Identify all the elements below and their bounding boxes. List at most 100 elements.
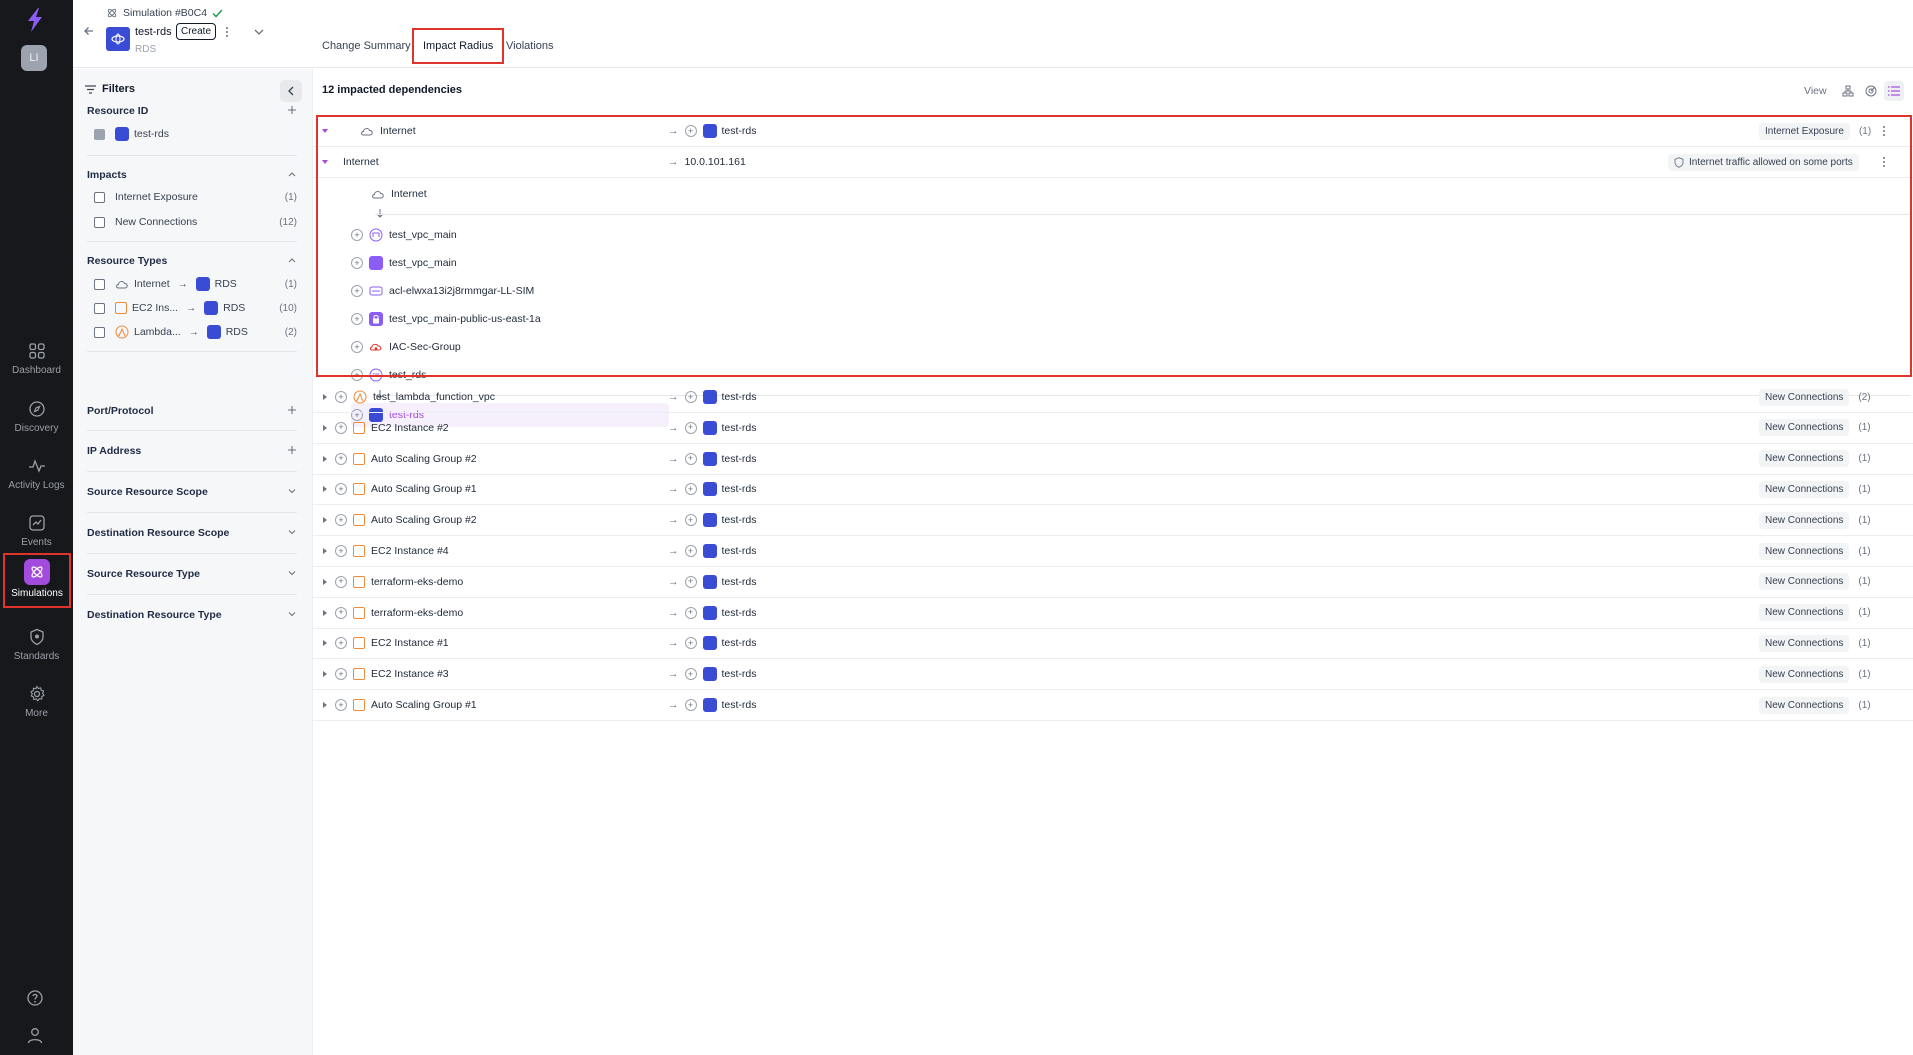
checkbox-new-connections[interactable] (94, 216, 105, 228)
dependency-row[interactable]: + Auto Scaling Group #2 → + test-rds New Conn… (313, 444, 1913, 475)
expand-plus-icon[interactable]: + (335, 421, 347, 434)
filter-section-resource-types[interactable]: Resource Types (87, 255, 297, 267)
collapse-filters-button[interactable] (280, 80, 302, 102)
expand-plus-icon[interactable]: + (684, 483, 697, 496)
expand-plus-icon[interactable]: + (335, 545, 347, 557)
more-options-icon[interactable] (225, 26, 229, 38)
tab-change-summary[interactable]: Change Summary (322, 40, 411, 52)
caret-right-icon[interactable] (322, 394, 328, 400)
filter-option-internet-rds[interactable]: Internet → RDS (1) (94, 277, 297, 291)
dependency-row[interactable]: + EC2 Instance #3 → + test-rds New Connection… (313, 659, 1913, 691)
expand-plus-icon[interactable]: + (335, 514, 347, 527)
dependency-row[interactable]: + EC2 Instance #4 → + test-rds New Connection… (313, 536, 1913, 567)
expand-plus-icon[interactable]: + (684, 514, 697, 527)
plus-icon[interactable] (287, 105, 297, 115)
filter-section-dest-scope[interactable]: Destination Resource Scope (87, 527, 297, 539)
expand-plus-icon[interactable]: + (684, 575, 697, 588)
checkbox-internet-rds[interactable] (94, 278, 105, 290)
user-icon[interactable] (26, 1026, 44, 1044)
chevron-down-icon[interactable] (287, 568, 297, 578)
list-view-button[interactable] (1884, 81, 1904, 101)
radius-view-button[interactable] (1861, 81, 1881, 101)
dependency-row[interactable]: + EC2 Instance #1 → + test-rds New Connection… (313, 628, 1913, 660)
expand-plus-icon[interactable]: + (335, 391, 347, 403)
dependency-row[interactable]: + terraform-eks-demo → + test-rds New Connect… (313, 567, 1913, 598)
expand-plus-icon[interactable]: + (335, 483, 347, 496)
expand-plus-icon[interactable]: + (335, 699, 347, 711)
filter-option-ec2-rds[interactable]: EC2 Ins... → RDS (10) (94, 301, 297, 315)
checkbox-internet-exposure[interactable] (94, 191, 105, 203)
filter-section-port-protocol[interactable]: Port/Protocol (87, 405, 297, 417)
row-source: + EC2 Instance #1 (335, 628, 449, 658)
nav-discovery[interactable]: Discovery (0, 396, 73, 446)
plus-icon[interactable] (287, 445, 297, 455)
nav-dashboard[interactable]: Dashboard (0, 338, 73, 388)
checkbox-test-rds[interactable] (94, 128, 105, 140)
filter-section-ip-address[interactable]: IP Address (87, 445, 297, 457)
checkbox-ec2-rds[interactable] (94, 302, 105, 314)
filter-section-resource-id[interactable]: Resource ID (87, 105, 297, 117)
app-logo-icon[interactable] (22, 6, 48, 34)
tab-violations[interactable]: Violations (506, 40, 554, 52)
chevron-up-icon[interactable] (287, 255, 297, 265)
expand-plus-icon[interactable]: + (335, 575, 347, 588)
chevron-down-icon[interactable] (287, 486, 297, 496)
ec2-icon (353, 421, 365, 434)
expand-plus-icon[interactable]: + (335, 668, 347, 681)
tab-impact-radius[interactable]: Impact Radius (412, 28, 505, 64)
caret-right-icon[interactable] (322, 578, 328, 585)
filter-option-test-rds[interactable]: test-rds (94, 127, 297, 141)
expand-plus-icon[interactable]: + (335, 606, 347, 619)
caret-right-icon[interactable] (322, 702, 328, 708)
expand-plus-icon[interactable]: + (684, 606, 697, 619)
dependency-row[interactable]: + test_lambda_function_vpc → + test-rds New C… (313, 382, 1913, 413)
filter-section-dest-type[interactable]: Destination Resource Type (87, 609, 297, 621)
caret-right-icon[interactable] (322, 609, 328, 616)
expand-plus-icon[interactable]: + (684, 391, 697, 403)
expand-plus-icon[interactable]: + (684, 699, 697, 711)
dependency-row[interactable]: + terraform-eks-demo → + test-rds New Connect… (313, 598, 1913, 629)
chevron-up-icon[interactable] (287, 169, 297, 179)
expand-plus-icon[interactable]: + (684, 545, 697, 557)
chevron-down-icon[interactable] (287, 527, 297, 537)
filter-section-source-scope[interactable]: Source Resource Scope (87, 486, 297, 498)
dependency-row[interactable]: + Auto Scaling Group #1 → + test-rds New Conn… (313, 474, 1913, 506)
nav-simulations[interactable]: Simulations (3, 553, 71, 608)
caret-right-icon[interactable] (322, 455, 328, 462)
expand-plus-icon[interactable]: + (684, 668, 697, 681)
chevron-down-icon[interactable] (253, 27, 265, 37)
dependency-row[interactable]: + Auto Scaling Group #1 → + test-rds New Conn… (313, 690, 1913, 721)
caret-right-icon[interactable] (322, 486, 328, 493)
chevron-down-icon[interactable] (287, 609, 297, 619)
caret-right-icon[interactable] (322, 671, 328, 678)
nav-events-label: Events (21, 537, 52, 548)
caret-right-icon[interactable] (322, 548, 328, 554)
user-avatar[interactable]: LI (21, 45, 47, 71)
filter-option-internet-exposure[interactable]: Internet Exposure (1) (94, 190, 297, 204)
plus-icon[interactable] (287, 405, 297, 415)
filter-section-impacts[interactable]: Impacts (87, 169, 297, 181)
row-target-label: test-rds (721, 637, 757, 650)
filter-option-new-connections[interactable]: New Connections (12) (94, 215, 297, 229)
help-icon[interactable] (26, 989, 44, 1007)
nav-standards[interactable]: Standards (0, 624, 73, 674)
expand-plus-icon[interactable]: + (335, 452, 347, 465)
nav-activity-logs[interactable]: Activity Logs (0, 453, 73, 503)
expand-plus-icon[interactable]: + (335, 637, 347, 650)
caret-right-icon[interactable] (322, 640, 328, 647)
expand-plus-icon[interactable]: + (684, 421, 697, 434)
dependency-row[interactable]: + EC2 Instance #2 → + test-rds New Connection… (313, 413, 1913, 444)
expand-plus-icon[interactable]: + (684, 637, 697, 650)
back-arrow-icon[interactable] (83, 25, 95, 37)
caret-right-icon[interactable] (322, 424, 328, 431)
ec2-icon (353, 575, 365, 588)
filter-option-lambda-rds[interactable]: Lambda... → RDS (2) (94, 325, 297, 339)
graph-view-button[interactable] (1838, 81, 1858, 101)
nav-more[interactable]: More (0, 681, 73, 731)
dependency-row[interactable]: + Auto Scaling Group #2 → + test-rds New Conn… (313, 505, 1913, 537)
checkbox-lambda-rds[interactable] (94, 326, 105, 338)
expand-plus-icon[interactable]: + (684, 452, 697, 465)
caret-right-icon[interactable] (322, 517, 328, 524)
filter-icon (85, 84, 96, 94)
filter-section-source-type[interactable]: Source Resource Type (87, 568, 297, 580)
